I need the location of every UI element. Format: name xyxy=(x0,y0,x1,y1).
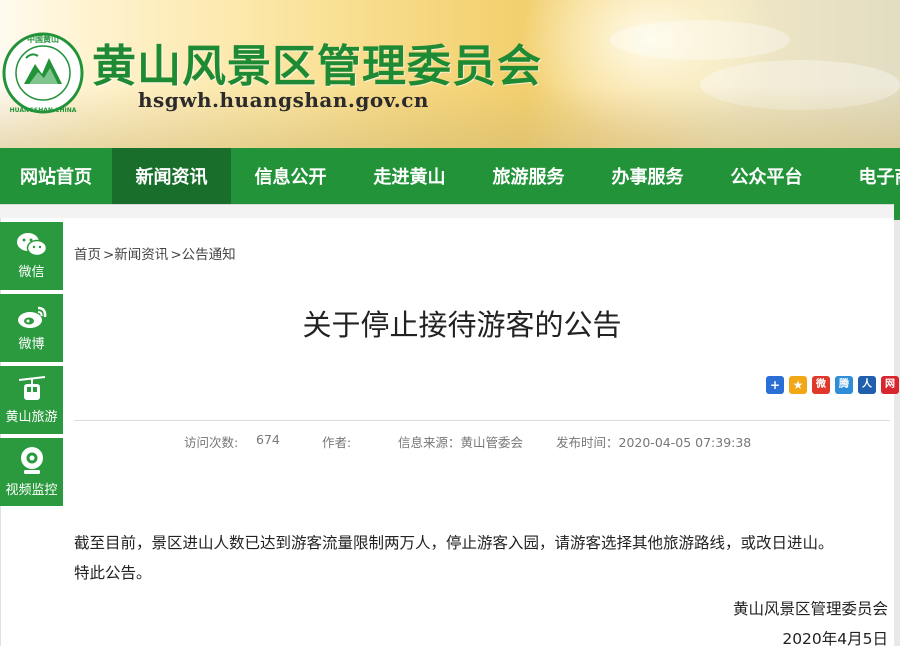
nav-item-about-huangshan[interactable]: 走进黄山 xyxy=(350,148,469,204)
floating-sidebar: 微信 微博 黄山旅游 视频监控 xyxy=(0,222,63,510)
nav-item-news[interactable]: 新闻资讯 xyxy=(112,148,231,204)
weibo-share-icon[interactable]: 微 xyxy=(812,376,830,394)
qzone-icon[interactable]: ★ xyxy=(789,376,807,394)
site-logo[interactable]: 中国黄山 HUANGSHAN CHINA xyxy=(2,28,84,118)
signature-org: 黄山风景区管理委员会 xyxy=(732,600,888,618)
article-title: 关于停止接待游客的公告 xyxy=(302,308,622,342)
share-bar: + ★ 微 腾 人 网 xyxy=(766,376,899,394)
nav-item-tourism-service[interactable]: 旅游服务 xyxy=(469,148,588,204)
signature-date: 2020年4月5日 xyxy=(782,630,888,646)
article-paragraph: 特此公告。 xyxy=(74,564,152,582)
sidebar-item-label: 微博 xyxy=(18,337,45,352)
nav-item-info-disclosure[interactable]: 信息公开 xyxy=(231,148,350,204)
breadcrumb-news[interactable]: >新闻资讯 xyxy=(103,247,168,263)
sidebar-item-video-monitor[interactable]: 视频监控 xyxy=(0,438,63,506)
article-paragraph: 截至目前，景区进山人数已达到游客流量限制两万人，停止游客入园，请游客选择其他旅游… xyxy=(74,534,834,552)
sidebar-item-label: 微信 xyxy=(18,265,45,280)
main-nav: 网站首页 新闻资讯 信息公开 走进黄山 旅游服务 办事服务 公众平台 电子商 xyxy=(0,148,900,204)
article-signature: 黄山风景区管理委员会 2020年4月5日 xyxy=(733,594,888,646)
site-url: hsgwh.huangshan.gov.cn xyxy=(138,88,429,112)
sidebar-item-wechat[interactable]: 微信 xyxy=(0,222,63,290)
cable-car-icon xyxy=(18,376,45,400)
sidebar-item-weibo[interactable]: 微博 xyxy=(0,294,63,362)
netease-icon[interactable]: 网 xyxy=(881,376,899,394)
breadcrumb-notice[interactable]: >公告通知 xyxy=(170,247,235,263)
publish-time: 发布时间：2020-04-05 07:39:38 xyxy=(556,435,752,450)
tencent-weibo-icon[interactable]: 腾 xyxy=(835,376,853,394)
header-banner: 中国黄山 HUANGSHAN CHINA 黄山风景区管理委员会 hsgwh.hu… xyxy=(0,0,900,148)
nav-item-ecommerce[interactable]: 电子商 xyxy=(826,148,900,204)
sidebar-item-label: 黄山旅游 xyxy=(5,410,58,425)
wechat-icon xyxy=(16,233,47,257)
sidebar-item-huangshan-tourism[interactable]: 黄山旅游 xyxy=(0,366,63,434)
sidebar-item-label: 视频监控 xyxy=(5,483,58,498)
nav-item-affairs-service[interactable]: 办事服务 xyxy=(588,148,707,204)
author-label: 作者: xyxy=(322,435,352,450)
nav-item-home[interactable]: 网站首页 xyxy=(0,148,112,204)
article-body: 截至目前，景区进山人数已达到游客流量限制两万人，停止游客入园，请游客选择其他旅游… xyxy=(74,528,894,588)
renren-icon[interactable]: 人 xyxy=(858,376,876,394)
breadcrumb-home[interactable]: 首页 xyxy=(74,247,101,263)
camera-icon xyxy=(20,447,43,474)
meta-divider xyxy=(74,420,890,421)
breadcrumb: 首页 >新闻资讯 >公告通知 xyxy=(74,243,238,263)
visits-count: 674 xyxy=(256,432,280,447)
svg-text:HUANGSHAN CHINA: HUANGSHAN CHINA xyxy=(10,107,77,114)
share-more-icon[interactable]: + xyxy=(766,376,784,394)
nav-item-public-platform[interactable]: 公众平台 xyxy=(707,148,826,204)
visits-label: 访问次数: xyxy=(184,435,239,450)
weibo-icon xyxy=(17,306,46,328)
site-title: 黄山风景区管理委员会 xyxy=(92,41,542,92)
source-info: 信息来源：黄山管委会 xyxy=(398,435,524,450)
svg-text:中国黄山: 中国黄山 xyxy=(27,34,59,44)
